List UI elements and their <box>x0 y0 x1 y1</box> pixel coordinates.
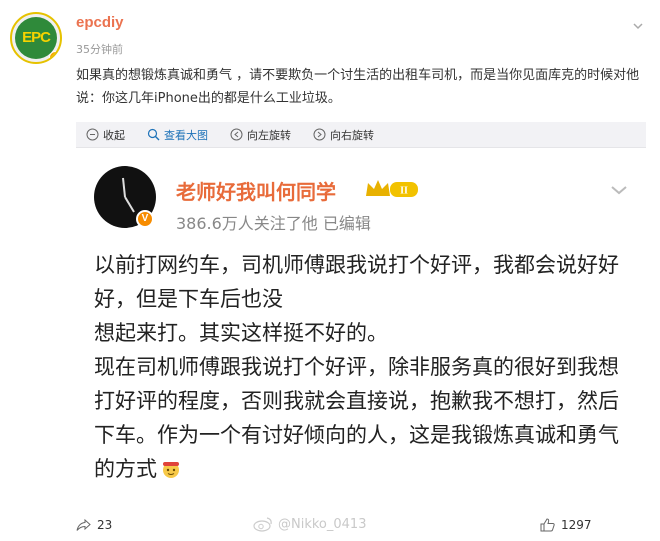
embedded-screenshot[interactable]: V 老师好我叫何同学 II 386.6万人关注了他 已编辑 以前打网约车，司机师… <box>70 148 652 506</box>
username[interactable]: epcdiy <box>76 14 124 31</box>
collapse-icon <box>86 128 99 141</box>
image-action-bar: 收起 查看大图 向左旋转 向右旋转 <box>76 122 646 148</box>
watermark-text: @Nikko_0413 <box>278 516 367 532</box>
view-large-button[interactable]: 查看大图 <box>147 127 208 143</box>
watermark: @Nikko_0413 <box>252 516 366 532</box>
v-badge-icon: V <box>136 210 154 228</box>
like-button[interactable]: 1297 <box>540 518 592 532</box>
embed-followers: 386.6万人关注了他 已编辑 <box>176 214 371 233</box>
user-avatar[interactable]: EPC ✦ <box>10 12 62 64</box>
collapse-label: 收起 <box>103 128 125 142</box>
share-icon <box>76 518 91 531</box>
emoji-icon <box>163 462 179 478</box>
embed-paragraph: 现在司机师傅跟我说打个好评，除非服务真的很好到我想打好评的程度，否则我就会直接说… <box>94 350 634 486</box>
level-badge-text: II <box>400 186 408 197</box>
crown-level-icon: II <box>366 180 418 197</box>
post-footer: 23 @Nikko_0413 1297 <box>0 506 660 541</box>
embed-paragraph: 以前打网约车，司机师傅跟我说打个好评，我都会说好好好，但是下车后也没 <box>94 253 619 311</box>
rotate-right-button[interactable]: 向右旋转 <box>313 127 374 143</box>
rotate-left-icon <box>230 128 243 141</box>
rotate-left-button[interactable]: 向左旋转 <box>230 127 291 143</box>
thumbs-up-icon <box>540 518 555 532</box>
rotate-right-label: 向右旋转 <box>330 128 374 142</box>
embed-username: 老师好我叫何同学 <box>176 180 336 204</box>
zoom-icon <box>147 128 160 141</box>
rotate-left-label: 向左旋转 <box>247 128 291 142</box>
rotate-right-icon <box>313 128 326 141</box>
share-button[interactable]: 23 <box>76 518 112 532</box>
weibo-logo-icon <box>253 517 272 532</box>
embed-body: 以前打网约车，司机师傅跟我说打个好评，我都会说好好好，但是下车后也没 想起来打。… <box>94 248 634 486</box>
verified-badge-icon: ✦ <box>49 51 60 62</box>
chevron-down-icon <box>611 186 627 195</box>
post-header: EPC ✦ epcdiy 35分钟前 <box>0 0 660 66</box>
chevron-down-icon[interactable] <box>632 20 644 32</box>
share-count: 23 <box>97 518 113 532</box>
collapse-button[interactable]: 收起 <box>86 127 125 143</box>
view-large-label: 查看大图 <box>164 128 208 142</box>
embed-paragraph: 想起来打。其实这样挺不好的。 <box>94 321 388 345</box>
post-text: 如果真的想锻炼真诚和勇气 ，请不要欺负一个讨生活的出租车司机，而是当你见面库克的… <box>76 68 640 106</box>
post-timestamp[interactable]: 35分钟前 <box>76 41 123 57</box>
like-count: 1297 <box>561 518 592 532</box>
